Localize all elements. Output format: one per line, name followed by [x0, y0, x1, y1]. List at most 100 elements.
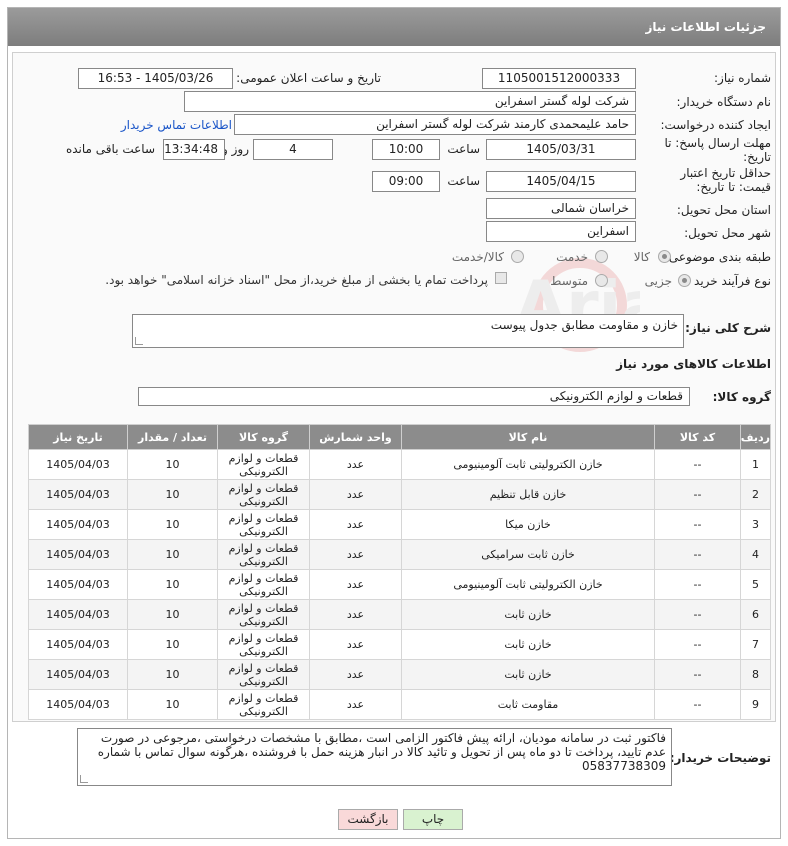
cell-group: قطعات و لوازم الکترونیکی	[217, 599, 310, 630]
cell-quantity: 10	[127, 539, 218, 570]
cell-date: 1405/04/03	[28, 449, 128, 480]
table-row[interactable]: 5 -- خازن الکترولیتی ثابت آلومینیومی عدد قطع…	[28, 569, 771, 600]
buyer-field[interactable]: شرکت لوله گستر اسفراین	[184, 91, 636, 112]
table-row[interactable]: 3 -- خازن میکا عدد قطعات و لوازم الکترونیکی 1…	[28, 509, 771, 540]
announce-label: تاریخ و ساعت اعلان عمومی:	[236, 71, 381, 85]
resize-grip-icon[interactable]	[80, 775, 88, 783]
creator-field[interactable]: حامد علیمحمدی کارمند شرکت لوله گستر اسفر…	[234, 114, 636, 135]
process-radio-minor[interactable]	[678, 274, 691, 287]
cell-group: قطعات و لوازم الکترونیکی	[217, 629, 310, 660]
table-row[interactable]: 8 -- خازن ثابت عدد قطعات و لوازم الکترونیکی 1…	[28, 659, 771, 690]
need-number-field[interactable]: 1105001512000333	[482, 68, 636, 89]
cell-group: قطعات و لوازم الکترونیکی	[217, 569, 310, 600]
cell-date: 1405/04/03	[28, 629, 128, 660]
deadline-time-label: ساعت	[447, 142, 480, 156]
cell-code: --	[654, 659, 741, 690]
items-table: ردیف کد کالا نام کالا واحد شمارش گروه کا…	[28, 424, 771, 720]
validity-date-field[interactable]: 1405/04/15	[486, 171, 636, 192]
cell-unit: عدد	[309, 689, 402, 720]
remaining-label: ساعت باقی مانده	[65, 142, 155, 156]
cell-date: 1405/04/03	[28, 689, 128, 720]
remaining-time-field[interactable]: 13:34:48	[163, 139, 225, 160]
announce-field[interactable]: 1405/03/26 - 16:53	[78, 68, 233, 89]
cell-row-no: 7	[740, 629, 771, 660]
deadline-label: مهلت ارسال پاسخ: تا تاریخ:	[664, 136, 771, 164]
cell-row-no: 9	[740, 689, 771, 720]
cell-code: --	[654, 479, 741, 510]
city-field[interactable]: اسفراین	[486, 221, 636, 242]
table-body: 1 -- خازن الکترولیتی ثابت آلومینیومی عدد قطع…	[28, 449, 771, 720]
category-label: طبقه بندی موضوعی:	[664, 250, 771, 264]
category-option-goods: کالا	[633, 250, 650, 264]
cell-row-no: 4	[740, 539, 771, 570]
cell-quantity: 10	[127, 629, 218, 660]
cell-quantity: 10	[127, 569, 218, 600]
buyer-notes-label: توضیحات خریدار:	[669, 751, 771, 765]
cell-row-no: 6	[740, 599, 771, 630]
buyer-label: نام دستگاه خریدار:	[676, 95, 772, 109]
col-header-unit: واحد شمارش	[309, 424, 402, 450]
col-header-quantity: تعداد / مقدار	[127, 424, 218, 450]
description-textarea[interactable]: خازن و مقاومت مطابق جدول پیوست	[132, 314, 684, 348]
resize-grip-icon[interactable]	[135, 337, 143, 345]
table-row[interactable]: 2 -- خازن قابل تنظیم عدد قطعات و لوازم الکتر…	[28, 479, 771, 510]
back-button[interactable]: بازگشت	[338, 809, 398, 830]
table-row[interactable]: 1 -- خازن الکترولیتی ثابت آلومینیومی عدد قطع…	[28, 449, 771, 480]
table-row[interactable]: 9 -- مقاومت ثابت عدد قطعات و لوازم الکترونیک…	[28, 689, 771, 720]
goods-group-field[interactable]: قطعات و لوازم الکترونیکی	[138, 387, 690, 406]
cell-row-no: 1	[740, 449, 771, 480]
col-header-code: کد کالا	[654, 424, 741, 450]
process-radio-medium[interactable]	[595, 274, 608, 287]
col-header-date: تاریخ نیاز	[28, 424, 128, 450]
table-row[interactable]: 4 -- خازن ثابت سرامیکی عدد قطعات و لوازم الک…	[28, 539, 771, 570]
cell-name: خازن الکترولیتی ثابت آلومینیومی	[401, 569, 655, 600]
validity-label: حداقل تاریخ اعتبار قیمت: تا تاریخ:	[680, 166, 771, 194]
cell-unit: عدد	[309, 599, 402, 630]
province-field[interactable]: خراسان شمالی	[486, 198, 636, 219]
cell-code: --	[654, 689, 741, 720]
table-row[interactable]: 6 -- خازن ثابت عدد قطعات و لوازم الکترونیکی 1…	[28, 599, 771, 630]
validity-time-field[interactable]: 09:00	[372, 171, 440, 192]
city-label: شهر محل تحویل:	[684, 226, 771, 240]
days-field[interactable]: 4	[253, 139, 333, 160]
cell-row-no: 2	[740, 479, 771, 510]
cell-date: 1405/04/03	[28, 509, 128, 540]
cell-name: خازن ثابت	[401, 599, 655, 630]
cell-code: --	[654, 509, 741, 540]
buyer-notes-textarea[interactable]: فاکتور ثبت در سامانه مودیان، ارائه پیش ف…	[77, 728, 672, 786]
cell-quantity: 10	[127, 659, 218, 690]
cell-row-no: 8	[740, 659, 771, 690]
cell-date: 1405/04/03	[28, 479, 128, 510]
table-header-row: ردیف کد کالا نام کالا واحد شمارش گروه کا…	[28, 424, 771, 450]
cell-name: خازن میکا	[401, 509, 655, 540]
creator-label: ایجاد کننده درخواست:	[660, 118, 771, 132]
description-text: خازن و مقاومت مطابق جدول پیوست	[490, 318, 678, 332]
table-row[interactable]: 7 -- خازن ثابت عدد قطعات و لوازم الکترونیکی 1…	[28, 629, 771, 660]
cell-code: --	[654, 599, 741, 630]
cell-code: --	[654, 539, 741, 570]
cell-group: قطعات و لوازم الکترونیکی	[217, 479, 310, 510]
cell-name: خازن قابل تنظیم	[401, 479, 655, 510]
deadline-time-field[interactable]: 10:00	[372, 139, 440, 160]
category-radio-goods-service[interactable]	[511, 250, 524, 263]
print-button[interactable]: چاپ	[403, 809, 463, 830]
description-label: شرح کلی نیاز:	[685, 321, 771, 335]
cell-name: خازن ثابت	[401, 659, 655, 690]
page-title: جزئیات اطلاعات نیاز	[8, 8, 780, 46]
deadline-date-field[interactable]: 1405/03/31	[486, 139, 636, 160]
cell-group: قطعات و لوازم الکترونیکی	[217, 449, 310, 480]
cell-unit: عدد	[309, 449, 402, 480]
cell-unit: عدد	[309, 629, 402, 660]
cell-quantity: 10	[127, 479, 218, 510]
payment-treasury-checkbox[interactable]	[495, 272, 507, 284]
contact-info-link[interactable]: اطلاعات تماس خریدار	[121, 118, 232, 132]
cell-code: --	[654, 449, 741, 480]
cell-group: قطعات و لوازم الکترونیکی	[217, 539, 310, 570]
col-header-group: گروه کالا	[217, 424, 310, 450]
cell-unit: عدد	[309, 539, 402, 570]
category-radio-service[interactable]	[595, 250, 608, 263]
category-radio-goods[interactable]	[658, 250, 671, 263]
process-option-minor: جزیی	[644, 274, 672, 288]
cell-quantity: 10	[127, 689, 218, 720]
need-number-label: شماره نیاز:	[714, 71, 771, 85]
